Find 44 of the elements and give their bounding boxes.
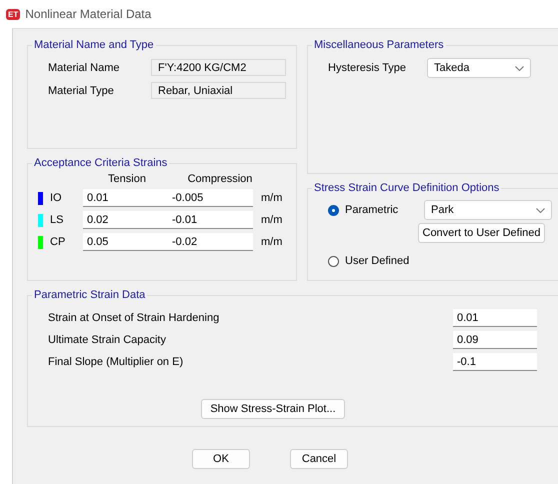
value-field[interactable]: -0.1 (453, 353, 537, 371)
group-title: Stress Strain Curve Definition Options (313, 182, 500, 194)
window-title: Nonlinear Material Data (25, 7, 152, 21)
radio-label: User Defined (345, 255, 410, 267)
hysteresis-dropdown[interactable]: Takeda (427, 58, 531, 78)
read-only-field: Rebar, Uniaxial (151, 82, 286, 99)
tension-field[interactable]: 0.01 (83, 189, 168, 207)
group-title: Parametric Strain Data (33, 289, 146, 301)
cancel-button[interactable]: Cancel (290, 449, 348, 469)
unit-label: m/m (260, 236, 284, 248)
field-label: Material Name (47, 62, 121, 74)
compression-field[interactable]: -0.01 (168, 211, 253, 229)
plot-button[interactable]: Show Stress-Strain Plot... (201, 399, 345, 419)
app-logo: ET (6, 8, 20, 20)
row-label: CP (49, 236, 66, 248)
tension-field[interactable]: 0.05 (83, 233, 168, 251)
unit-label: m/m (260, 192, 284, 204)
row-label: IO (49, 192, 63, 204)
unit-label: m/m (260, 214, 284, 226)
group-title: Miscellaneous Parameters (313, 39, 445, 51)
dropdown-caret-icon (515, 66, 524, 70)
value-field[interactable]: 0.09 (453, 331, 537, 349)
field-label: Strain at Onset of Strain Hardening (48, 312, 220, 324)
column-header: Tension (107, 173, 147, 185)
field-label: Final Slope (Multiplier on E) (48, 356, 184, 368)
radio-label: Parametric (345, 204, 400, 216)
group-title: Acceptance Criteria Strains (33, 157, 168, 169)
radio-button[interactable] (328, 256, 339, 266)
radio-button[interactable] (328, 204, 339, 216)
compression-field[interactable]: -0.02 (168, 233, 253, 251)
read-only-field: F'Y:4200 KG/CM2 (151, 59, 286, 76)
column-header: Compression (186, 173, 254, 185)
ok-button[interactable]: OK (192, 449, 250, 469)
convert-button[interactable]: Convert to User Defined (418, 223, 545, 243)
tension-field[interactable]: 0.02 (83, 211, 168, 229)
dropdown-caret-icon (536, 208, 545, 212)
field-label: Hysteresis Type (327, 62, 408, 74)
group-title: Material Name and Type (33, 39, 155, 51)
compression-field[interactable]: -0.005 (168, 189, 253, 207)
row-label: LS (49, 214, 64, 226)
curve-dropdown[interactable]: Park (424, 200, 552, 220)
value-field[interactable]: 0.01 (453, 309, 537, 327)
field-label: Ultimate Strain Capacity (48, 334, 167, 346)
field-label: Material Type (47, 84, 115, 96)
